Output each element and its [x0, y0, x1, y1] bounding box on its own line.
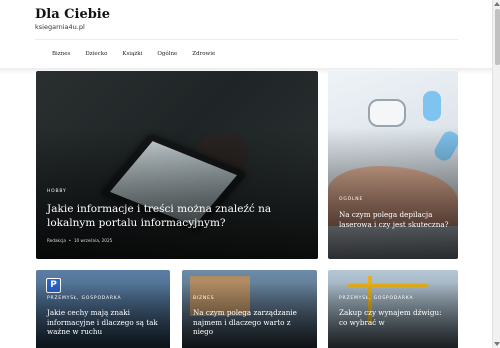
post-category[interactable]: HOBBY [47, 189, 67, 194]
post-meta: Redakcja • 10 września, 2025 [47, 238, 112, 243]
post-card-rental[interactable]: BIZNES Na czym polega zarządzanie najmem… [182, 270, 317, 348]
site-header: Dla Ciebie ksiegarnia4u.pl Biznes Dzieck… [0, 0, 492, 72]
post-title[interactable]: Na czym polega zarządzanie najmem i dlac… [193, 308, 311, 337]
page-scrollbar[interactable] [492, 0, 500, 348]
post-category[interactable]: BIZNES [193, 296, 214, 301]
post-author[interactable]: Redakcja [47, 238, 66, 243]
nav-item-zdrowie[interactable]: Zdrowie [192, 51, 215, 57]
post-title[interactable]: Zakup czy wynajem dźwigu: co wybrać w [339, 308, 451, 327]
post-category[interactable]: PRZEMYSŁ, GOSPODARKA [47, 296, 121, 301]
card-overlay [328, 127, 458, 259]
post-card-signs[interactable]: P PRZEMYSŁ, GOSPODARKA Jakie cechy mają … [36, 270, 170, 348]
main-nav: Biznes Dziecko Książki Ogólne Zdrowie [52, 51, 230, 57]
nav-item-biznes[interactable]: Biznes [52, 51, 70, 57]
post-title[interactable]: Jakie cechy mają znaki informacyjne i dl… [47, 308, 165, 337]
post-card-laser[interactable]: OGÓLNE Na czym polega depilacja laserowa… [328, 71, 458, 259]
scroll-down-icon[interactable] [494, 342, 500, 346]
scroll-up-icon[interactable] [494, 2, 500, 6]
post-title[interactable]: Na czym polega depilacja laserowa i czy … [339, 210, 451, 229]
post-category[interactable]: OGÓLNE [339, 197, 363, 202]
post-title[interactable]: Jakie informacje i treści można znaleźć … [47, 202, 302, 230]
post-date: 10 września, 2025 [73, 238, 113, 243]
meta-separator: • [67, 238, 73, 243]
nav-divider [35, 39, 458, 40]
scroll-thumb[interactable] [494, 9, 500, 65]
featured-post-card[interactable]: HOBBY Jakie informacje i treści można zn… [36, 71, 318, 259]
nav-item-ogolne[interactable]: Ogólne [157, 51, 177, 57]
post-card-crane[interactable]: PRZEMYSŁ, GOSPODARKA Zakup czy wynajem d… [328, 270, 458, 348]
glove-image [423, 91, 441, 121]
site-subtitle: ksiegarnia4u.pl [35, 23, 85, 31]
nav-item-dziecko[interactable]: Dziecko [85, 51, 107, 57]
nav-item-ksiazki[interactable]: Książki [122, 51, 142, 57]
site-title[interactable]: Dla Ciebie [35, 7, 110, 22]
laser-device-image [368, 99, 406, 127]
post-category[interactable]: PRZEMYSŁ, GOSPODARKA [339, 296, 413, 301]
